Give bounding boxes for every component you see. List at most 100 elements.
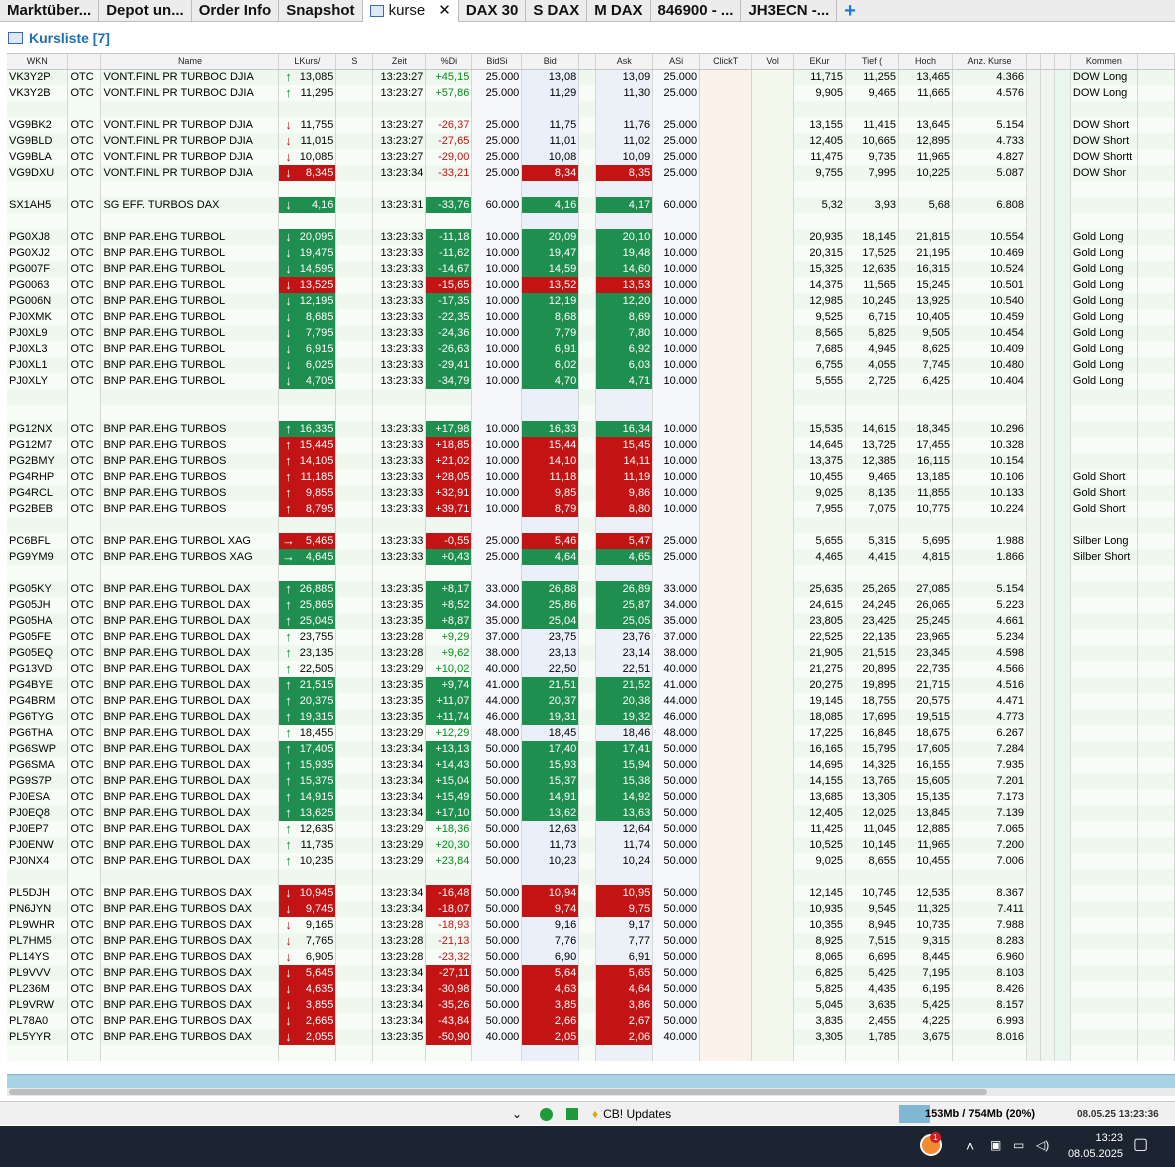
table-row[interactable]: PL5DJH OTC BNP PAR.EHG TURBOS DAX ↓ 10,945 13… <box>7 885 1175 901</box>
column-header[interactable]: ClickT <box>699 54 753 70</box>
tab-9[interactable]: JH3ECN -... <box>741 0 838 21</box>
tab-4[interactable]: kurse ✕ <box>362 0 459 22</box>
table-row[interactable]: PJ0EQ8 OTC BNP PAR.EHG TURBOL DAX ↑ 13,625 13… <box>7 805 1175 821</box>
column-header[interactable]: LKurs/ <box>278 54 337 70</box>
updates-indicator[interactable]: ♦ CB! Updates <box>592 1105 671 1123</box>
chevron-down-icon[interactable]: ⌄ <box>512 1105 526 1123</box>
table-row[interactable]: PC6BFL OTC BNP PAR.EHG TURBOL XAG → 5,465 13:… <box>7 533 1175 549</box>
table-row[interactable]: PL9VRW OTC BNP PAR.EHG TURBOS DAX ↓ 3,855 13:… <box>7 997 1175 1013</box>
table-row[interactable]: PG6THA OTC BNP PAR.EHG TURBOL DAX ↑ 18,455 13… <box>7 725 1175 741</box>
tab-3[interactable]: Snapshot <box>279 0 363 21</box>
tab-8[interactable]: 846900 - ... <box>651 0 742 21</box>
table-row[interactable]: SX1AH5 OTC SG EFF. TURBOS DAX ↓ 4,16 13:23:31… <box>7 197 1175 213</box>
table-row[interactable]: PL236M OTC BNP PAR.EHG TURBOS DAX ↓ 4,635 13:… <box>7 981 1175 997</box>
table-row[interactable]: PJ0XLY OTC BNP PAR.EHG TURBOL ↓ 4,705 13:23:3… <box>7 373 1175 389</box>
column-header[interactable] <box>1026 54 1041 70</box>
table-row[interactable]: PJ0ESA OTC BNP PAR.EHG TURBOL DAX ↑ 14,915 13… <box>7 789 1175 805</box>
table-row[interactable]: PJ0ENW OTC BNP PAR.EHG TURBOL DAX ↑ 11,735 13… <box>7 837 1175 853</box>
table-row[interactable]: PJ0XMK OTC BNP PAR.EHG TURBOL ↓ 8,685 13:23:3… <box>7 309 1175 325</box>
tab-2[interactable]: Order Info <box>192 0 280 21</box>
column-header[interactable] <box>1054 54 1071 70</box>
table-row[interactable]: PJ0NX4 OTC BNP PAR.EHG TURBOL DAX ↑ 10,235 13… <box>7 853 1175 869</box>
table-row[interactable]: PG007F OTC BNP PAR.EHG TURBOL ↓ 14,595 13:23:… <box>7 261 1175 277</box>
column-header[interactable]: ASi <box>652 54 701 70</box>
empty-row[interactable] <box>7 389 1175 405</box>
table-row[interactable]: PG05KY OTC BNP PAR.EHG TURBOL DAX ↑ 26,885 13… <box>7 581 1175 597</box>
table-row[interactable]: PG9S7P OTC BNP PAR.EHG TURBOL DAX ↑ 15,375 13… <box>7 773 1175 789</box>
table-row[interactable]: PL7HM5 OTC BNP PAR.EHG TURBOS DAX ↓ 7,765 13:… <box>7 933 1175 949</box>
empty-row[interactable] <box>7 517 1175 533</box>
table-row[interactable]: PG006N OTC BNP PAR.EHG TURBOL ↓ 12,195 13:23:… <box>7 293 1175 309</box>
column-header[interactable]: Vol <box>751 54 795 70</box>
chevron-up-icon[interactable]: ˄ <box>966 1138 974 1154</box>
clock[interactable]: 13:23 08.05.2025 <box>1068 1130 1123 1162</box>
table-row[interactable]: PG0063 OTC BNP PAR.EHG TURBOL ↓ 13,525 13:23:… <box>7 277 1175 293</box>
table-row[interactable]: PG0XJ2 OTC BNP PAR.EHG TURBOL ↓ 19,475 13:23:… <box>7 245 1175 261</box>
table-row[interactable]: PG12M7 OTC BNP PAR.EHG TURBOS ↑ 15,445 13:23:… <box>7 437 1175 453</box>
column-header[interactable]: BidSi <box>471 54 523 70</box>
column-header[interactable]: EKur <box>793 54 847 70</box>
column-header[interactable] <box>67 54 102 70</box>
table-row[interactable]: PJ0XL3 OTC BNP PAR.EHG TURBOL ↓ 6,915 13:23:3… <box>7 341 1175 357</box>
table-row[interactable]: PG4RCL OTC BNP PAR.EHG TURBOS ↑ 9,855 13:23:3… <box>7 485 1175 501</box>
table-row[interactable]: PL5YYR OTC BNP PAR.EHG TURBOS DAX ↓ 2,055 13:… <box>7 1029 1175 1045</box>
table-row[interactable]: PL9VVV OTC BNP PAR.EHG TURBOS DAX ↓ 5,645 13:… <box>7 965 1175 981</box>
tab-7[interactable]: M DAX <box>587 0 651 21</box>
table-row[interactable]: PG05EQ OTC BNP PAR.EHG TURBOL DAX ↑ 23,135 13… <box>7 645 1175 661</box>
column-header[interactable] <box>578 54 597 70</box>
tab-0[interactable]: Marktüber... <box>0 0 100 21</box>
table-row[interactable]: PG6TYG OTC BNP PAR.EHG TURBOL DAX ↑ 19,315 13… <box>7 709 1175 725</box>
table-row[interactable]: PJ0XL9 OTC BNP PAR.EHG TURBOL ↓ 7,795 13:23:3… <box>7 325 1175 341</box>
empty-row[interactable] <box>7 213 1175 229</box>
table-row[interactable]: PG0XJ8 OTC BNP PAR.EHG TURBOL ↓ 20,095 13:23:… <box>7 229 1175 245</box>
table-row[interactable]: PJ0EP7 OTC BNP PAR.EHG TURBOL DAX ↑ 12,635 13… <box>7 821 1175 837</box>
notification-center-icon[interactable]: ▢ <box>1133 1134 1148 1154</box>
horizontal-scrollbar[interactable] <box>7 1088 1175 1096</box>
empty-row[interactable] <box>7 181 1175 197</box>
column-header[interactable]: Hoch <box>898 54 953 70</box>
table-row[interactable]: VK3Y2P OTC VONT.FINL PR TURBOC DJIA ↑ 13,085… <box>7 69 1175 85</box>
add-tab-button[interactable]: + <box>837 0 863 21</box>
column-header[interactable]: Ask <box>595 54 654 70</box>
column-header[interactable]: S <box>335 54 374 70</box>
table-row[interactable]: PG4RHP OTC BNP PAR.EHG TURBOS ↑ 11,185 13:23:… <box>7 469 1175 485</box>
table-row[interactable]: VG9BLD OTC VONT.FINL PR TURBOP DJIA ↓ 11,015… <box>7 133 1175 149</box>
tab-5[interactable]: DAX 30 <box>459 0 527 21</box>
tab-1[interactable]: Depot un... <box>99 0 192 21</box>
table-row[interactable]: PG05JH OTC BNP PAR.EHG TURBOL DAX ↑ 25,865 13… <box>7 597 1175 613</box>
table-row[interactable]: PG4BYE OTC BNP PAR.EHG TURBOL DAX ↑ 21,515 13… <box>7 677 1175 693</box>
table-row[interactable]: PG05FE OTC BNP PAR.EHG TURBOL DAX ↑ 23,755 13… <box>7 629 1175 645</box>
table-row[interactable]: PL78A0 OTC BNP PAR.EHG TURBOS DAX ↓ 2,665 13:… <box>7 1013 1175 1029</box>
table-row[interactable]: PJ0XL1 OTC BNP PAR.EHG TURBOL ↓ 6,025 13:23:3… <box>7 357 1175 373</box>
empty-row[interactable] <box>7 565 1175 581</box>
empty-row[interactable] <box>7 405 1175 421</box>
table-row[interactable]: PN6JYN OTC BNP PAR.EHG TURBOS DAX ↓ 9,745 13:… <box>7 901 1175 917</box>
table-row[interactable]: VG9DXU OTC VONT.FINL PR TURBOP DJIA ↓ 8,345 1… <box>7 165 1175 181</box>
empty-row[interactable] <box>7 101 1175 117</box>
column-header[interactable]: Tief ( <box>845 54 900 70</box>
table-row[interactable]: PG12NX OTC BNP PAR.EHG TURBOS ↑ 16,335 13:23:… <box>7 421 1175 437</box>
tab-6[interactable]: S DAX <box>526 0 588 21</box>
table-row[interactable]: PG2BMY OTC BNP PAR.EHG TURBOS ↑ 14,105 13:23:… <box>7 453 1175 469</box>
table-row[interactable]: PG6SWP OTC BNP PAR.EHG TURBOL DAX ↑ 17,405 13… <box>7 741 1175 757</box>
table-row[interactable]: PL9WHR OTC BNP PAR.EHG TURBOS DAX ↓ 9,165 13:… <box>7 917 1175 933</box>
empty-row[interactable] <box>7 869 1175 885</box>
table-row[interactable]: VG9BK2 OTC VONT.FINL PR TURBOP DJIA ↓ 11,755… <box>7 117 1175 133</box>
table-row[interactable]: PG13VD OTC BNP PAR.EHG TURBOL DAX ↑ 22,505 13… <box>7 661 1175 677</box>
table-row[interactable]: PL14YS OTC BNP PAR.EHG TURBOS DAX ↓ 6,905 13:… <box>7 949 1175 965</box>
column-header[interactable]: Kommen <box>1070 54 1138 70</box>
table-row[interactable]: PG4BRM OTC BNP PAR.EHG TURBOL DAX ↑ 20,375 13… <box>7 693 1175 709</box>
column-header[interactable]: WKN <box>7 54 69 70</box>
column-header[interactable]: Bid <box>521 54 580 70</box>
table-row[interactable]: PG6SMA OTC BNP PAR.EHG TURBOL DAX ↑ 15,935 13… <box>7 757 1175 773</box>
column-header[interactable]: %Di <box>425 54 473 70</box>
table-row[interactable]: PG9YM9 OTC BNP PAR.EHG TURBOS XAG → 4,645 13:… <box>7 549 1175 565</box>
column-header[interactable] <box>1137 54 1175 70</box>
close-tab-icon[interactable]: ✕ <box>438 1 451 21</box>
device-icon[interactable]: ▣ <box>990 1138 1001 1152</box>
column-header[interactable]: Anz. Kurse <box>952 54 1027 70</box>
table-row[interactable]: PG05HA OTC BNP PAR.EHG TURBOL DAX ↑ 25,045 13… <box>7 613 1175 629</box>
table-row[interactable]: PG2BEB OTC BNP PAR.EHG TURBOS ↑ 8,795 13:23:3… <box>7 501 1175 517</box>
column-header[interactable]: Name <box>100 54 280 70</box>
scrollbar-thumb[interactable] <box>9 1089 987 1095</box>
